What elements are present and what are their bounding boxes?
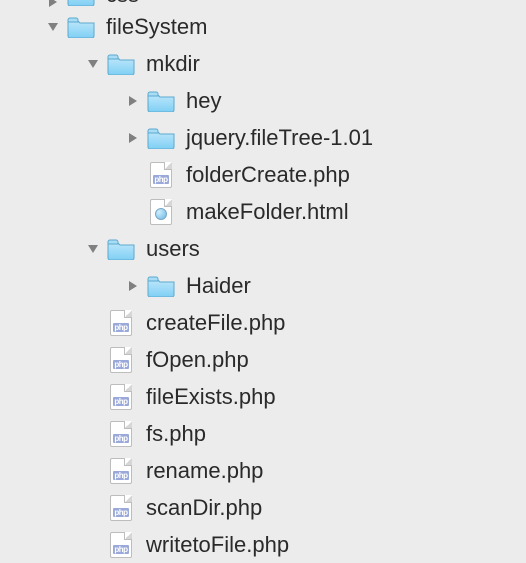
tree-item-fopen[interactable]: php fOpen.php — [0, 341, 526, 378]
php-file-icon: php — [106, 310, 136, 336]
tree-item-filesystem[interactable]: fileSystem — [0, 8, 526, 45]
tree-item-label: css — [106, 0, 139, 8]
php-file-icon: php — [106, 458, 136, 484]
chevron-right-icon[interactable] — [120, 95, 146, 107]
tree-item-label: jquery.fileTree-1.01 — [186, 125, 373, 151]
tree-item-label: fs.php — [146, 421, 206, 447]
php-file-icon: php — [146, 162, 176, 188]
php-file-icon: php — [106, 495, 136, 521]
folder-icon — [146, 273, 176, 299]
tree-item-jquery-filetree[interactable]: jquery.fileTree-1.01 — [0, 119, 526, 156]
chevron-down-icon[interactable] — [40, 21, 66, 33]
tree-item-createfile[interactable]: php createFile.php — [0, 304, 526, 341]
tree-item-label: makeFolder.html — [186, 199, 349, 225]
tree-item-label: mkdir — [146, 51, 200, 77]
folder-icon — [66, 0, 96, 8]
file-tree: css fileSystem mkdir hey — [0, 0, 526, 563]
folder-icon — [106, 236, 136, 262]
chevron-right-icon[interactable] — [120, 280, 146, 292]
chevron-down-icon[interactable] — [80, 243, 106, 255]
tree-item-foldercreate[interactable]: php folderCreate.php — [0, 156, 526, 193]
tree-item-makefolder[interactable]: makeFolder.html — [0, 193, 526, 230]
tree-item-label: fOpen.php — [146, 347, 249, 373]
php-file-icon: php — [106, 421, 136, 447]
tree-item-fileexists[interactable]: php fileExists.php — [0, 378, 526, 415]
chevron-right-icon[interactable] — [40, 0, 66, 8]
chevron-down-icon[interactable] — [80, 58, 106, 70]
tree-item-label: hey — [186, 88, 221, 114]
folder-icon — [146, 125, 176, 151]
chevron-right-icon[interactable] — [120, 132, 146, 144]
tree-item-label: fileExists.php — [146, 384, 276, 410]
folder-icon — [66, 14, 96, 40]
tree-item-hey[interactable]: hey — [0, 82, 526, 119]
tree-item-label: rename.php — [146, 458, 263, 484]
tree-item-users[interactable]: users — [0, 230, 526, 267]
tree-item-css[interactable]: css — [0, 0, 526, 8]
php-file-icon: php — [106, 384, 136, 410]
folder-icon — [106, 51, 136, 77]
tree-item-label: Haider — [186, 273, 251, 299]
tree-item-haider[interactable]: Haider — [0, 267, 526, 304]
tree-item-rename[interactable]: php rename.php — [0, 452, 526, 489]
tree-item-label: folderCreate.php — [186, 162, 350, 188]
tree-item-fs[interactable]: php fs.php — [0, 415, 526, 452]
folder-icon — [146, 88, 176, 114]
php-file-icon: php — [106, 347, 136, 373]
tree-item-writetofile[interactable]: php writetoFile.php — [0, 526, 526, 563]
tree-item-label: scanDir.php — [146, 495, 262, 521]
html-file-icon — [146, 199, 176, 225]
tree-item-label: createFile.php — [146, 310, 285, 336]
tree-item-label: users — [146, 236, 200, 262]
tree-item-scandir[interactable]: php scanDir.php — [0, 489, 526, 526]
tree-item-mkdir[interactable]: mkdir — [0, 45, 526, 82]
tree-item-label: fileSystem — [106, 14, 207, 40]
